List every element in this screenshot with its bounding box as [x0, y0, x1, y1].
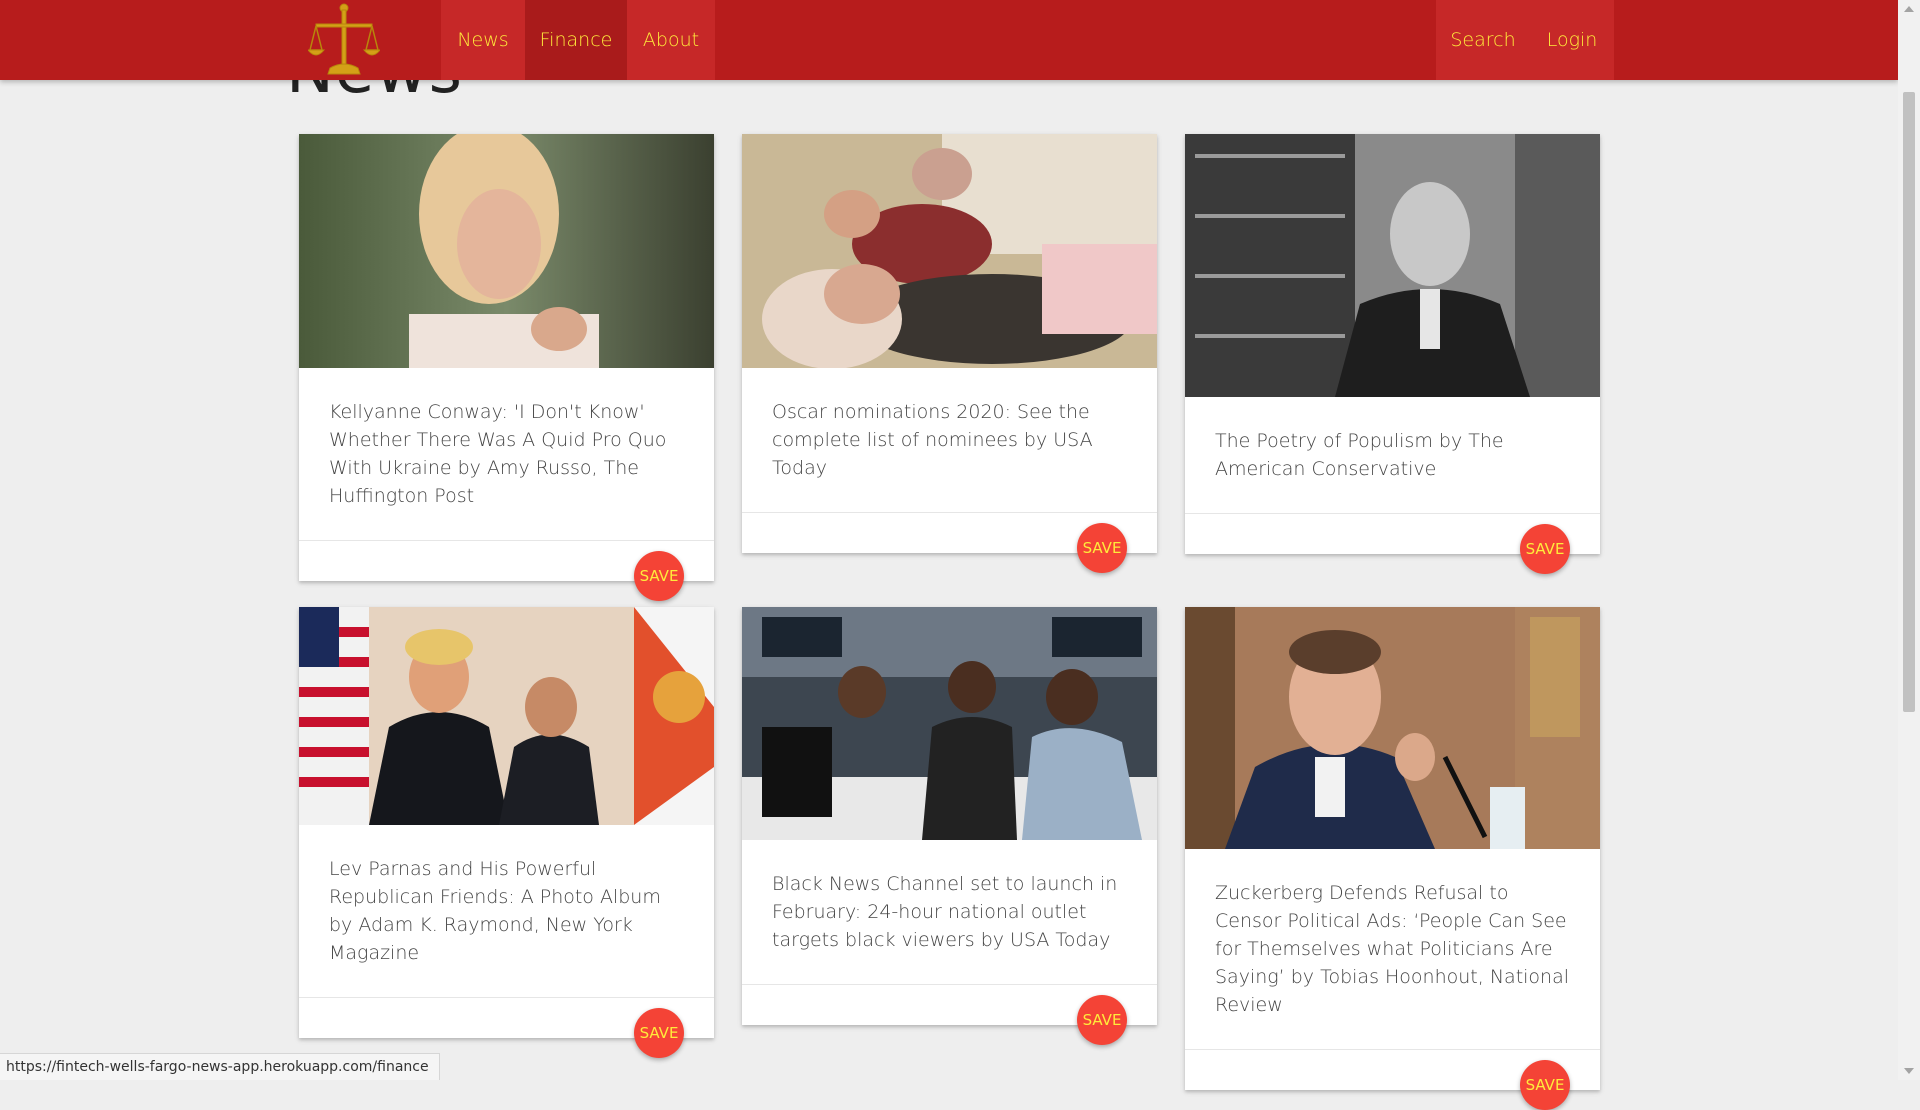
link-status-bar: https://fintech-wells-fargo-news-app.her…: [0, 1053, 440, 1080]
card-title[interactable]: Lev Parnas and His Powerful Republican F…: [299, 825, 714, 998]
save-button[interactable]: SAVE: [1077, 523, 1127, 573]
scroll-down-icon[interactable]: [1904, 1068, 1914, 1074]
family-in-bed-photo: [742, 134, 1157, 368]
scroll-thumb[interactable]: [1903, 92, 1915, 712]
nav-about[interactable]: About: [627, 0, 715, 80]
top-navbar: News Finance About Search Login: [0, 0, 1898, 80]
save-button[interactable]: SAVE: [1077, 995, 1127, 1045]
news-card: Oscar nominations 2020: See the complete…: [742, 134, 1157, 573]
news-card: Black News Channel set to launch in Febr…: [742, 607, 1157, 1045]
man-by-bookshelf-photo: [1185, 134, 1600, 397]
woman-speaking-photo: [299, 134, 714, 368]
save-button[interactable]: SAVE: [1520, 524, 1570, 574]
nav-search[interactable]: Search: [1436, 0, 1530, 80]
card-title[interactable]: The Poetry of Populism by The American C…: [1185, 397, 1600, 514]
scales-of-justice-icon[interactable]: [308, 2, 380, 78]
news-card: Kellyanne Conway: 'I Don't Know' Whether…: [299, 134, 714, 601]
card-title[interactable]: Zuckerberg Defends Refusal to Censor Pol…: [1185, 849, 1600, 1050]
save-button[interactable]: SAVE: [1520, 1060, 1570, 1110]
scroll-up-icon[interactable]: [1904, 6, 1914, 12]
card-title[interactable]: Black News Channel set to launch in Febr…: [742, 840, 1157, 985]
news-card: The Poetry of Populism by The American C…: [1185, 134, 1600, 574]
page-scrollbar[interactable]: [1898, 0, 1920, 1080]
nav-finance[interactable]: Finance: [525, 0, 627, 80]
card-title[interactable]: Oscar nominations 2020: See the complete…: [742, 368, 1157, 513]
save-button[interactable]: SAVE: [634, 1008, 684, 1058]
save-button[interactable]: SAVE: [634, 551, 684, 601]
man-testifying-photo: [1185, 607, 1600, 849]
news-card: Lev Parnas and His Powerful Republican F…: [299, 607, 714, 1058]
newsroom-photo: [742, 607, 1157, 840]
two-men-flags-photo: [299, 607, 714, 825]
card-title[interactable]: Kellyanne Conway: 'I Don't Know' Whether…: [299, 368, 714, 541]
nav-login[interactable]: Login: [1530, 0, 1614, 80]
nav-news[interactable]: News: [441, 0, 525, 80]
news-card: Zuckerberg Defends Refusal to Censor Pol…: [1185, 607, 1600, 1110]
